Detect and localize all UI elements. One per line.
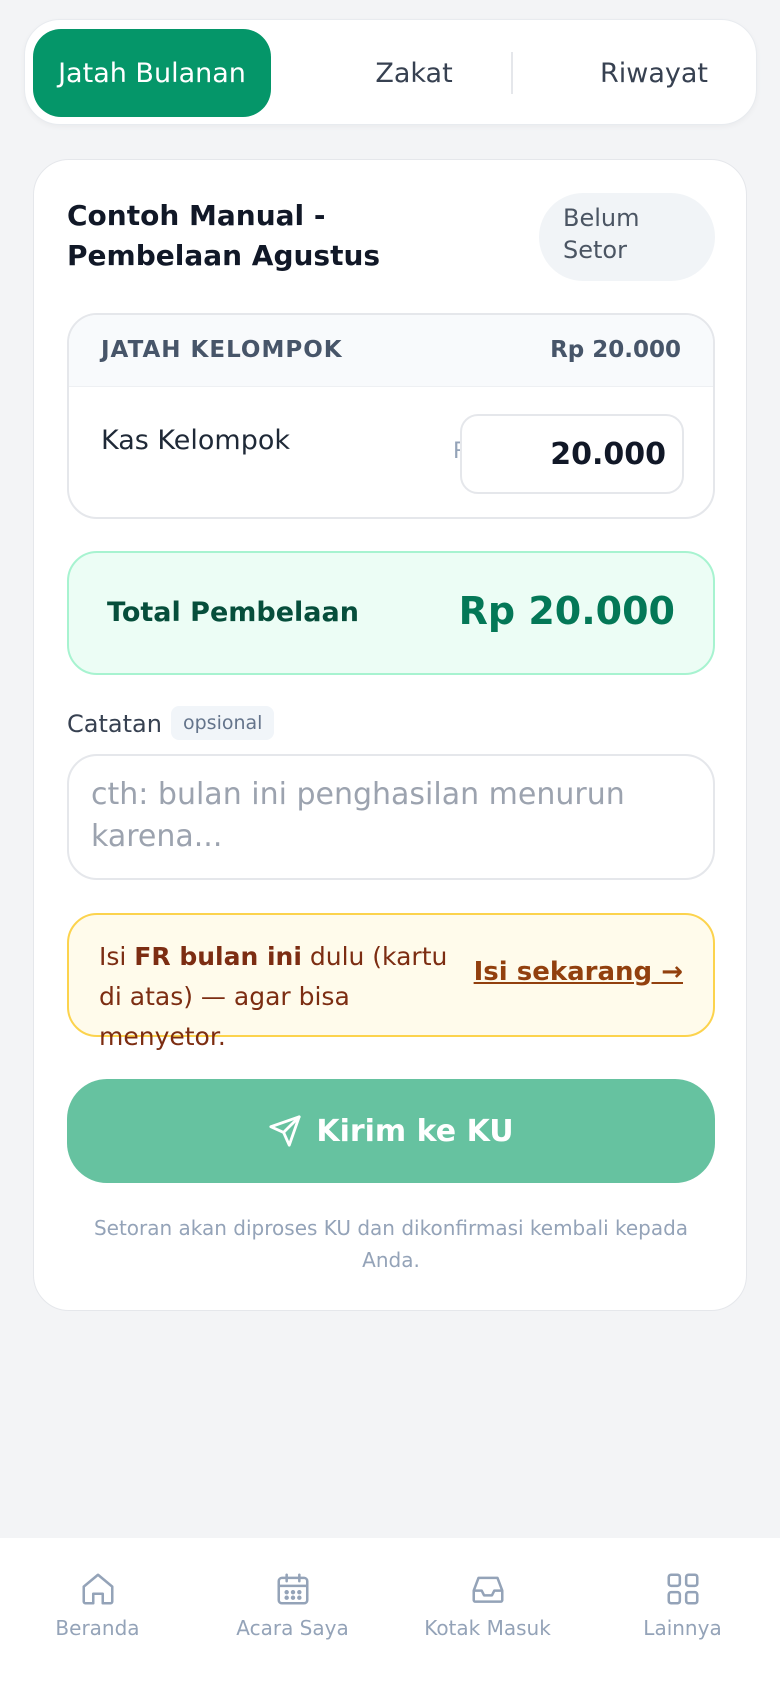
send-to-ku-button[interactable]: Kirim ke KU: [67, 1079, 715, 1183]
jatah-header: JATAH KELOMPOK Rp 20.000: [69, 315, 713, 387]
warning-text: Isi FR bulan ini dulu (kartu di atas) — …: [99, 942, 448, 1051]
nav-kotak-masuk[interactable]: Kotak Masuk: [390, 1570, 585, 1640]
status-badge: Belum Setor: [539, 193, 715, 281]
segmented-tabs: Jatah Bulanan Zakat Riwayat: [24, 19, 757, 125]
tab-riwayat[interactable]: Riwayat: [535, 29, 773, 117]
nav-label: Kotak Masuk: [424, 1616, 551, 1640]
bottom-navigation: Beranda Acara Saya Kotak Masuk Lainnya: [0, 1538, 780, 1688]
fill-now-link[interactable]: Isi sekarang →: [474, 957, 683, 987]
optional-tag: opsional: [171, 706, 275, 740]
grid-icon: [666, 1573, 699, 1605]
allocation-card: Contoh Manual - Pembelaan Agustus Belum …: [33, 159, 747, 1311]
tab-divider: [511, 52, 513, 94]
footnote: Setoran akan diproses KU dan dikonfirmas…: [93, 1216, 689, 1272]
nav-acara-saya[interactable]: Acara Saya: [195, 1570, 390, 1640]
total-label: Total Pembelaan: [107, 597, 359, 628]
notes-label: Catatan: [67, 710, 162, 738]
nav-label: Acara Saya: [236, 1616, 349, 1640]
kas-kelompok-amount-input[interactable]: [460, 414, 684, 494]
send-button-label: Kirim ke KU: [316, 1113, 514, 1149]
warning-banner: Isi FR bulan ini dulu (kartu di atas) — …: [67, 913, 715, 1051]
total-summary: Total Pembelaan Rp 20.000: [67, 551, 715, 675]
nav-label: Beranda: [55, 1616, 140, 1640]
calendar-icon: [276, 1573, 309, 1605]
inbox-icon: [471, 1576, 504, 1603]
tab-zakat[interactable]: Zakat: [295, 29, 533, 117]
home-icon: [81, 1573, 114, 1605]
nav-label: Lainnya: [643, 1616, 722, 1640]
total-value: Rp 20.000: [458, 589, 675, 633]
send-icon: [269, 1115, 301, 1147]
notes-textarea[interactable]: [67, 754, 715, 880]
kas-kelompok-label: Kas Kelompok: [101, 425, 291, 456]
nav-beranda[interactable]: Beranda: [0, 1570, 195, 1640]
jatah-header-value: Rp 20.000: [550, 337, 681, 363]
jatah-kelompok-section: JATAH KELOMPOK Rp 20.000 Kas Kelompok Rp: [67, 313, 715, 519]
card-title: Contoh Manual - Pembelaan Agustus: [67, 199, 381, 272]
nav-lainnya[interactable]: Lainnya: [585, 1570, 780, 1640]
warning-bold-text: FR bulan ini: [134, 942, 302, 971]
tab-jatah-bulanan[interactable]: Jatah Bulanan: [33, 29, 271, 117]
jatah-header-label: JATAH KELOMPOK: [101, 337, 343, 363]
